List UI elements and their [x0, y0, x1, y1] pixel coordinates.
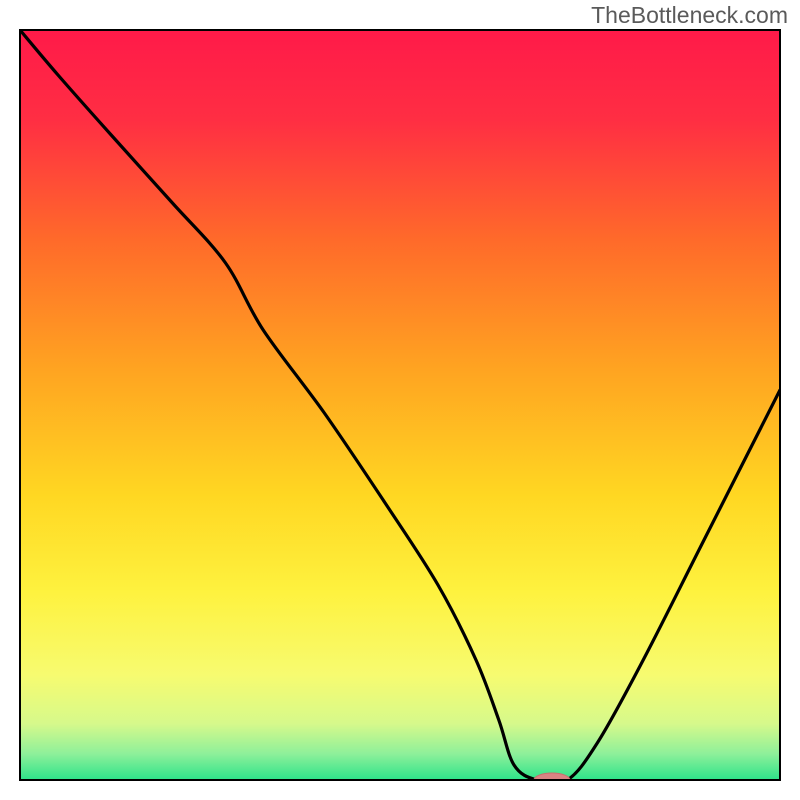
- watermark-text: TheBottleneck.com: [591, 2, 788, 29]
- plot-background: [20, 30, 780, 780]
- bottleneck-chart: [0, 0, 800, 800]
- chart-stage: TheBottleneck.com: [0, 0, 800, 800]
